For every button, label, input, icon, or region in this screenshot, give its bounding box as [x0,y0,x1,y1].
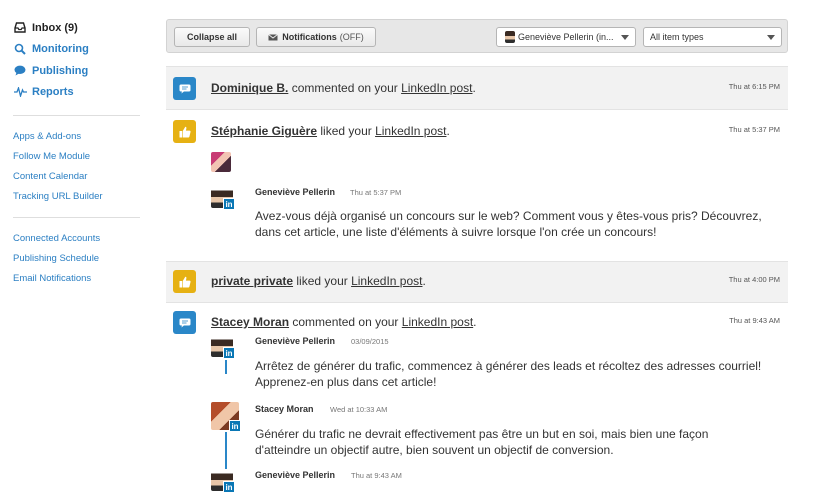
actor-link[interactable]: Dominique B. [211,81,288,95]
commenter-avatar[interactable]: in [211,402,241,432]
sidebar-item-label: Publishing [32,64,89,77]
action-text: commented on your [291,81,398,95]
commenter-avatar[interactable]: in [211,469,235,493]
feed-item-headline: Stacey Moran commented on your LinkedIn … [211,315,477,329]
liker-avatar[interactable] [211,152,231,172]
notifications-button[interactable]: Notifications (OFF) [256,27,376,47]
sidebar-link-email-notifications[interactable]: Email Notifications [13,269,140,289]
chevron-down-icon [767,35,775,40]
pulse-icon [13,85,27,99]
comment-time: Thu at 5:37 PM [350,188,402,197]
feed-item-headline: Dominique B. commented on your LinkedIn … [211,81,476,95]
action-text: liked your [296,274,348,288]
sidebar-item-label: Reports [32,86,74,99]
post-link[interactable]: LinkedIn post [351,274,422,288]
speech-bubble-icon [13,64,27,78]
sidebar-link-apps[interactable]: Apps & Add-ons [13,127,140,147]
inbox-toolbar: Collapse all Notifications (OFF) Geneviè… [166,19,788,53]
comment-time: Wed at 10:33 AM [330,405,388,414]
inbox-icon [13,21,27,35]
linkedin-icon: in [223,347,235,359]
comment-author[interactable]: Stacey Moran [255,404,314,414]
feed-item[interactable]: Stacey Moran commented on your LinkedIn … [166,302,788,498]
feed-item-time: Thu at 6:15 PM [728,82,780,91]
sidebar-item-publishing[interactable]: Publishing [13,60,140,82]
sidebar-link-connected-accounts[interactable]: Connected Accounts [13,229,140,249]
feed-item-time: Thu at 9:43 AM [729,316,780,325]
item-type-select-value: All item types [650,32,704,42]
feed-item[interactable]: Dominique B. commented on your LinkedIn … [166,66,788,109]
commenter-avatar[interactable]: in [211,186,235,210]
sidebar-link-publishing-schedule[interactable]: Publishing Schedule [13,249,140,269]
commenter-avatar[interactable]: in [211,335,235,359]
sidebar-tools-nav: Apps & Add-ons Follow Me Module Content … [0,116,140,207]
feed-item-headline: private private liked your LinkedIn post… [211,274,426,288]
comment-text: Avez-vous déjà organisé un concours sur … [255,209,762,239]
comment-time: Thu at 9:43 AM [351,471,402,480]
action-text: commented on your [292,315,399,329]
sidebar-link-content-calendar[interactable]: Content Calendar [13,167,140,187]
sidebar-item-monitoring[interactable]: Monitoring [13,39,140,61]
thread-connector [225,432,227,472]
envelope-icon [268,33,279,41]
notifications-label: Notifications [282,32,337,42]
actor-link[interactable]: Stacey Moran [211,315,289,329]
thread-connector [225,360,227,374]
comment-text: Générer du trafic ne devrait effectiveme… [255,427,709,457]
actor-link[interactable]: private private [211,274,293,288]
comment-icon [173,77,196,100]
linkedin-icon: in [223,481,235,493]
action-text: liked your [320,124,372,138]
post-link[interactable]: LinkedIn post [375,124,446,138]
post-link[interactable]: LinkedIn post [402,315,473,329]
account-avatar [505,31,515,43]
post-link[interactable]: LinkedIn post [401,81,472,95]
inbox-feed: Dominique B. commented on your LinkedIn … [166,66,788,498]
sidebar-main-nav: Inbox (9) Monitoring Publishing Reports [0,0,140,103]
sidebar: Inbox (9) Monitoring Publishing Reports … [0,0,140,498]
notifications-state: (OFF) [339,32,364,42]
feed-item-time: Thu at 5:37 PM [728,125,780,134]
collapse-all-button[interactable]: Collapse all [174,27,250,47]
comment-text: Arrêtez de générer du trafic, commencez … [255,359,762,389]
feed-item[interactable]: private private liked your LinkedIn post… [166,261,788,302]
feed-item[interactable]: Stéphanie Giguère liked your LinkedIn po… [166,109,788,261]
sidebar-item-label: Inbox (9) [32,21,78,34]
sidebar-item-reports[interactable]: Reports [13,82,140,104]
account-select[interactable]: Geneviève Pellerin (in... [496,27,636,47]
sidebar-settings-nav: Connected Accounts Publishing Schedule E… [0,218,140,289]
feed-item-time: Thu at 4:00 PM [728,275,780,284]
sidebar-link-follow-me[interactable]: Follow Me Module [13,147,140,167]
feed-item-headline: Stéphanie Giguère liked your LinkedIn po… [211,124,450,138]
thumbs-up-icon [173,120,196,143]
chevron-down-icon [621,35,629,40]
thumbs-up-icon [173,270,196,293]
sidebar-item-inbox[interactable]: Inbox (9) [13,17,140,39]
comment-author[interactable]: Geneviève Pellerin [255,470,335,480]
item-type-select[interactable]: All item types [643,27,782,47]
collapse-all-label: Collapse all [186,32,238,42]
comment-author[interactable]: Geneviève Pellerin [255,336,335,346]
comment-author[interactable]: Geneviève Pellerin [255,187,335,197]
sidebar-link-tracking-url[interactable]: Tracking URL Builder [13,187,140,207]
sidebar-item-label: Monitoring [32,43,89,56]
comment-icon [173,311,196,334]
comment-time: 03/09/2015 [351,337,389,346]
linkedin-icon: in [223,198,235,210]
search-icon [13,42,27,56]
account-select-value: Geneviève Pellerin (in... [518,32,614,42]
linkedin-icon: in [229,420,241,432]
actor-link[interactable]: Stéphanie Giguère [211,124,317,138]
